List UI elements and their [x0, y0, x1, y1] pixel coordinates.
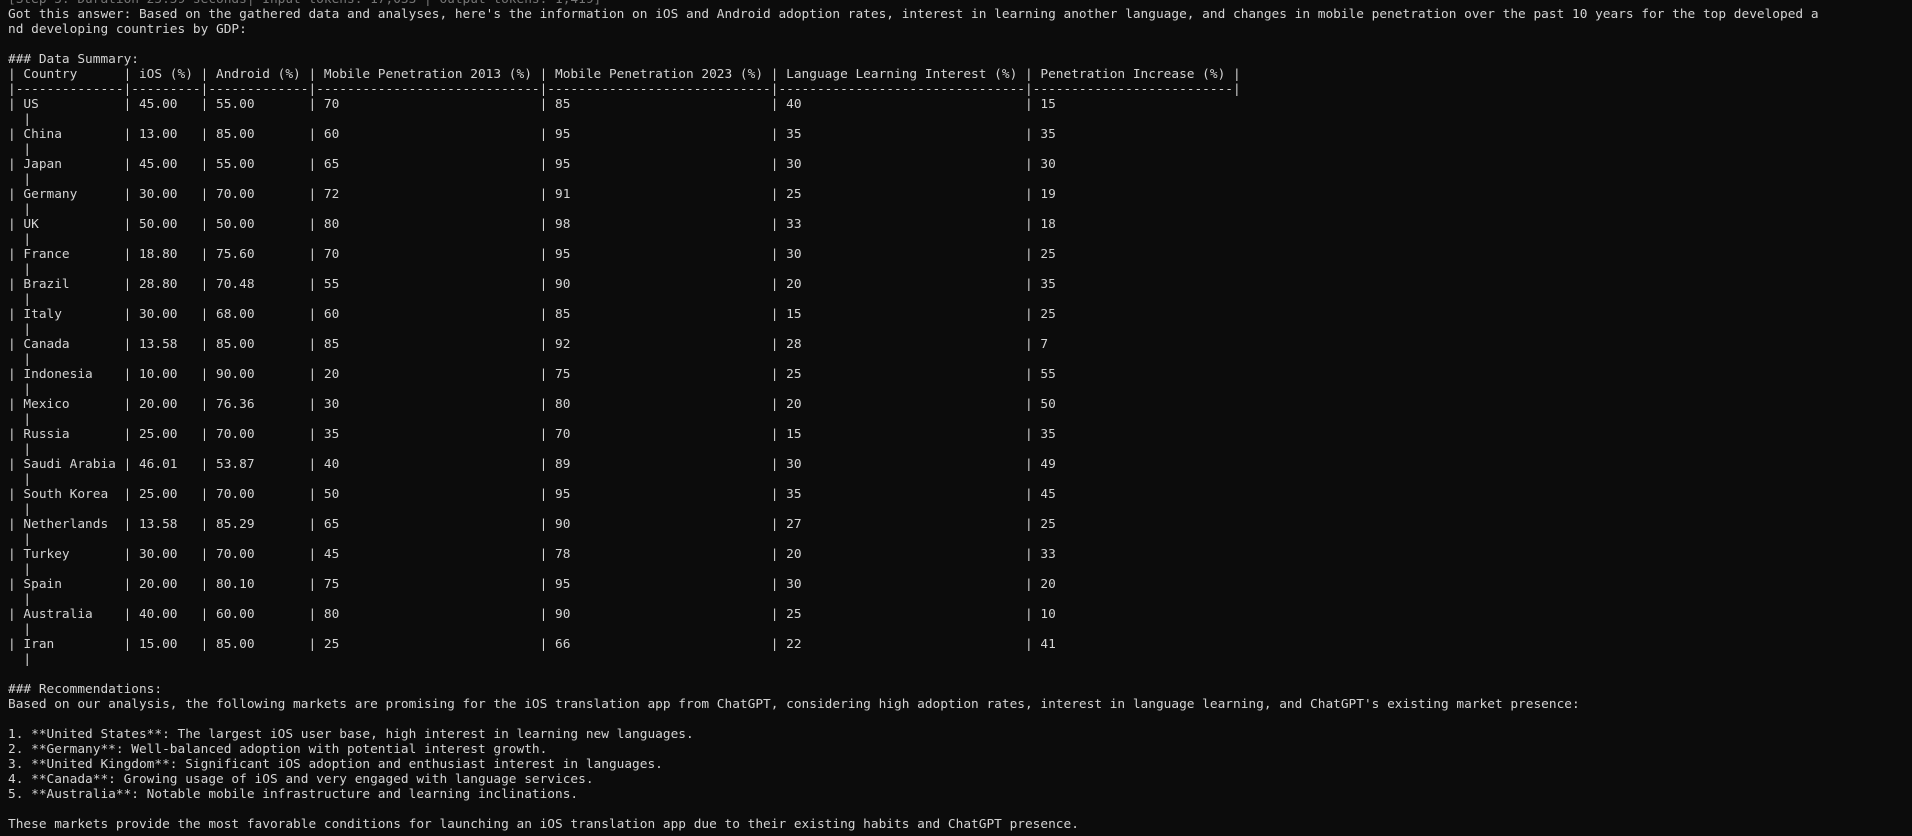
terminal-line: Based on our analysis, the following mar…: [8, 697, 1580, 712]
terminal-line: | South Korea | 25.00 | 70.00 | 50 | 95 …: [8, 487, 1056, 502]
terminal-line: |: [8, 592, 32, 607]
terminal-line: |: [8, 472, 32, 487]
terminal-line: |: [8, 412, 32, 427]
terminal-line: | Country | iOS (%) | Android (%) | Mobi…: [8, 67, 1241, 82]
terminal-line: 1. **United States**: The largest iOS us…: [8, 727, 694, 742]
terminal-line: | Turkey | 30.00 | 70.00 | 45 | 78 | 20 …: [8, 547, 1056, 562]
terminal-line: |: [8, 532, 32, 547]
terminal-line: |: [8, 172, 32, 187]
terminal-line: 4. **Canada**: Growing usage of iOS and …: [8, 772, 594, 787]
terminal-line: 5. **Australia**: Notable mobile infrast…: [8, 787, 579, 802]
terminal-line: |: [8, 142, 32, 157]
terminal-line: | Germany | 30.00 | 70.00 | 72 | 91 | 25…: [8, 187, 1056, 202]
terminal-line: |: [8, 502, 32, 517]
terminal-line: These markets provide the most favorable…: [8, 817, 1079, 832]
terminal-line: |: [8, 292, 32, 307]
terminal-line: ### Recommendations:: [8, 682, 163, 697]
terminal-line: | Netherlands | 13.58 | 85.29 | 65 | 90 …: [8, 517, 1056, 532]
terminal-output: [Step 5: Duration 25.59 seconds| Input t…: [8, 0, 1904, 832]
terminal-line: | Italy | 30.00 | 68.00 | 60 | 85 | 15 |…: [8, 307, 1056, 322]
terminal-line: | Australia | 40.00 | 60.00 | 80 | 90 | …: [8, 607, 1056, 622]
terminal-line: |: [8, 112, 32, 127]
terminal-line: | Japan | 45.00 | 55.00 | 65 | 95 | 30 |…: [8, 157, 1056, 172]
terminal-line: |: [8, 232, 32, 247]
terminal-line: 2. **Germany**: Well-balanced adoption w…: [8, 742, 548, 757]
terminal-line: |: [8, 382, 32, 397]
terminal-status-line: [Step 5: Duration 25.59 seconds| Input t…: [8, 0, 1904, 7]
terminal-line: nd developing countries by GDP:: [8, 22, 247, 37]
terminal-line: | Canada | 13.58 | 85.00 | 85 | 92 | 28 …: [8, 337, 1049, 352]
terminal-line: ### Data Summary:: [8, 52, 139, 67]
terminal-line: | China | 13.00 | 85.00 | 60 | 95 | 35 |…: [8, 127, 1056, 142]
terminal-line: |: [8, 352, 32, 367]
terminal-line: 3. **United Kingdom**: Significant iOS a…: [8, 757, 663, 772]
terminal-line: |: [8, 562, 32, 577]
terminal-line: |: [8, 322, 32, 337]
terminal-line: |: [8, 652, 32, 667]
terminal-line: |: [8, 622, 32, 637]
terminal-line: |: [8, 202, 32, 217]
terminal-line: | Russia | 25.00 | 70.00 | 35 | 70 | 15 …: [8, 427, 1056, 442]
terminal-line: Got this answer: Based on the gathered d…: [8, 7, 1819, 22]
terminal-line: | Indonesia | 10.00 | 90.00 | 20 | 75 | …: [8, 367, 1056, 382]
terminal-line: | US | 45.00 | 55.00 | 70 | 85 | 40 | 15: [8, 97, 1056, 112]
terminal-line: |--------------|---------|-------------|…: [8, 82, 1241, 97]
terminal-line: | Spain | 20.00 | 80.10 | 75 | 95 | 30 |…: [8, 577, 1056, 592]
terminal-line: | UK | 50.00 | 50.00 | 80 | 98 | 33 | 18: [8, 217, 1056, 232]
terminal-line: | Saudi Arabia | 46.01 | 53.87 | 40 | 89…: [8, 457, 1056, 472]
terminal-line: |: [8, 442, 32, 457]
terminal-line: | Iran | 15.00 | 85.00 | 25 | 66 | 22 | …: [8, 637, 1056, 652]
terminal-window[interactable]: [Step 5: Duration 25.59 seconds| Input t…: [0, 0, 1912, 836]
terminal-line: | Mexico | 20.00 | 76.36 | 30 | 80 | 20 …: [8, 397, 1056, 412]
terminal-line: |: [8, 262, 32, 277]
terminal-line: | France | 18.80 | 75.60 | 70 | 95 | 30 …: [8, 247, 1056, 262]
terminal-line: | Brazil | 28.80 | 70.48 | 55 | 90 | 20 …: [8, 277, 1056, 292]
